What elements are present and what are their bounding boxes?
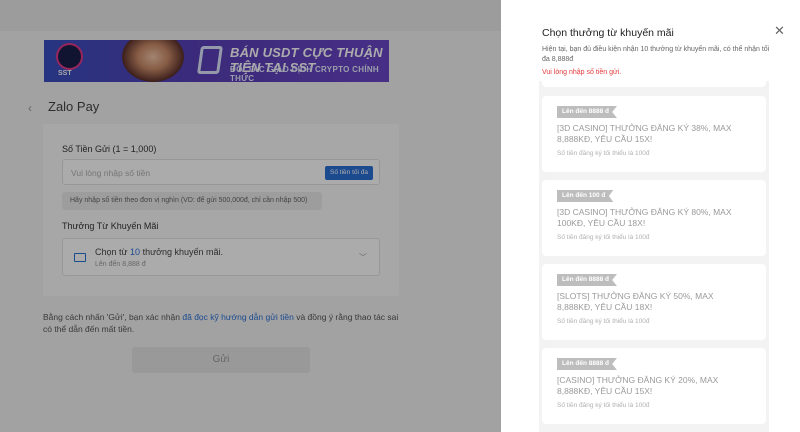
promo-tag: Lên đến 8888 đ	[557, 274, 617, 286]
promo-min: Số tiền đăng ký tối thiểu là 100đ	[557, 318, 650, 325]
promo-name: [SLOTS] THƯỞNG ĐĂNG KÝ 50%, MAX 8,888KĐ,…	[557, 291, 714, 312]
panel-title: Chọn thưởng từ khuyến mãi	[542, 27, 674, 39]
promo-list[interactable]: Lên đến 8888 đ [3D CASINO] THƯỞNG ĐĂNG K…	[539, 81, 769, 432]
panel-info: Hiện tại, bạn đủ điều kiện nhận 10 thưởn…	[542, 46, 770, 63]
promo-min: Số tiền đăng ký tối thiểu là 100đ	[557, 234, 650, 241]
promo-item-partial	[542, 81, 766, 87]
promo-item[interactable]: Lên đến 8888 đ [CASINO] THƯỞNG ĐĂNG KÝ 2…	[542, 348, 766, 424]
promo-item[interactable]: Lên đến 8888 đ [SLOTS] THƯỞNG ĐĂNG KÝ 50…	[542, 264, 766, 340]
panel-warning: Vui lòng nhập số tiền gửi.	[542, 69, 622, 76]
promo-item[interactable]: Lên đến 8888 đ [3D CASINO] THƯỞNG ĐĂNG K…	[542, 96, 766, 172]
promo-item[interactable]: Lên đến 100 đ [3D CASINO] THƯỞNG ĐĂNG KÝ…	[542, 180, 766, 256]
promo-tag: Lên đến 8888 đ	[557, 106, 617, 118]
promo-min: Số tiền đăng ký tối thiểu là 100đ	[557, 402, 650, 409]
promo-panel: Chọn thưởng từ khuyến mãi ✕ Hiện tại, bạ…	[501, 0, 800, 432]
promo-name: [3D CASINO] THƯỞNG ĐĂNG KÝ 80%, MAX 100K…	[557, 207, 732, 228]
promo-tag: Lên đến 8888 đ	[557, 358, 617, 370]
modal-overlay[interactable]	[0, 0, 501, 432]
promo-tag: Lên đến 100 đ	[557, 190, 614, 202]
deposit-page: SST BÁN USDT CỰC THUẬN TIỆN TẠI SST ĐỐI …	[0, 0, 501, 432]
promo-name: [3D CASINO] THƯỞNG ĐĂNG KÝ 38%, MAX 8,88…	[557, 123, 732, 144]
promo-min: Số tiền đăng ký tối thiểu là 100đ	[557, 150, 650, 157]
promo-name: [CASINO] THƯỞNG ĐĂNG KÝ 20%, MAX 8,888KĐ…	[557, 375, 719, 396]
close-icon[interactable]: ✕	[774, 23, 785, 39]
